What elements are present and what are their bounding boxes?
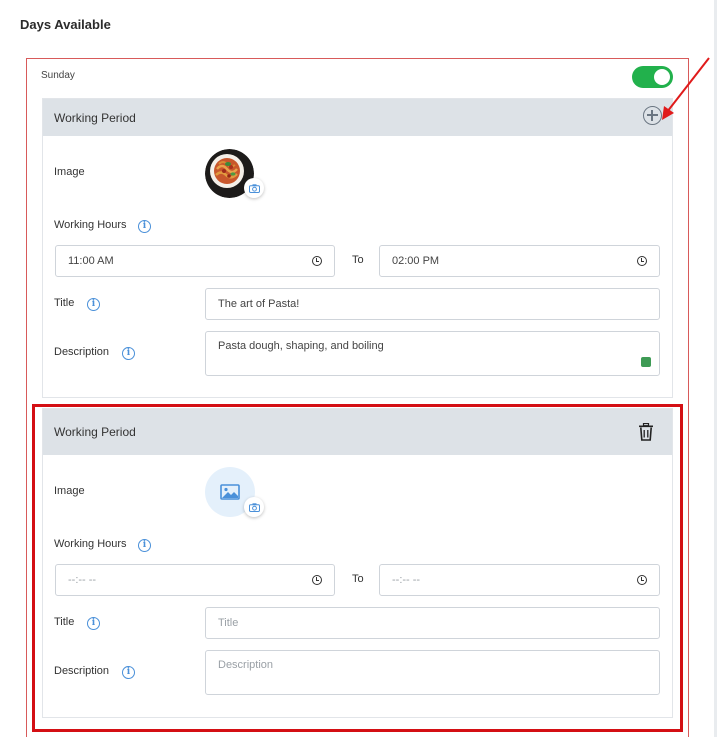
- annotation-highlight-box: [32, 404, 683, 732]
- working-period-title: Working Period: [54, 110, 136, 125]
- info-icon[interactable]: i: [138, 220, 151, 233]
- to-label: To: [352, 254, 364, 266]
- annotation-arrow-icon: [662, 57, 710, 120]
- working-hours-label: Working Hours: [54, 219, 127, 231]
- end-time-value: 02:00 PM: [392, 255, 440, 267]
- change-image-button[interactable]: [244, 178, 264, 198]
- image-label: Image: [54, 166, 85, 178]
- section-heading: Days Available: [20, 17, 111, 32]
- info-icon[interactable]: i: [122, 347, 135, 360]
- title-input[interactable]: The art of Pasta!: [205, 288, 660, 320]
- start-time-input[interactable]: 11:00 AM: [55, 245, 335, 277]
- title-label: Title: [54, 297, 75, 309]
- resize-handle[interactable]: [641, 357, 651, 367]
- info-icon[interactable]: i: [87, 298, 100, 311]
- end-time-input[interactable]: 02:00 PM: [379, 245, 660, 277]
- clock-icon[interactable]: [637, 256, 647, 266]
- description-textarea[interactable]: Pasta dough, shaping, and boiling: [205, 331, 660, 376]
- clock-icon[interactable]: [312, 256, 322, 266]
- description-label: Description: [54, 346, 110, 358]
- description-value: Pasta dough, shaping, and boiling: [218, 340, 384, 352]
- day-label: Sunday: [41, 70, 75, 81]
- start-time-value: 11:00 AM: [68, 255, 114, 267]
- title-value: The art of Pasta!: [218, 298, 300, 310]
- working-period-header: Working Period: [43, 99, 672, 136]
- camera-icon: [248, 183, 260, 193]
